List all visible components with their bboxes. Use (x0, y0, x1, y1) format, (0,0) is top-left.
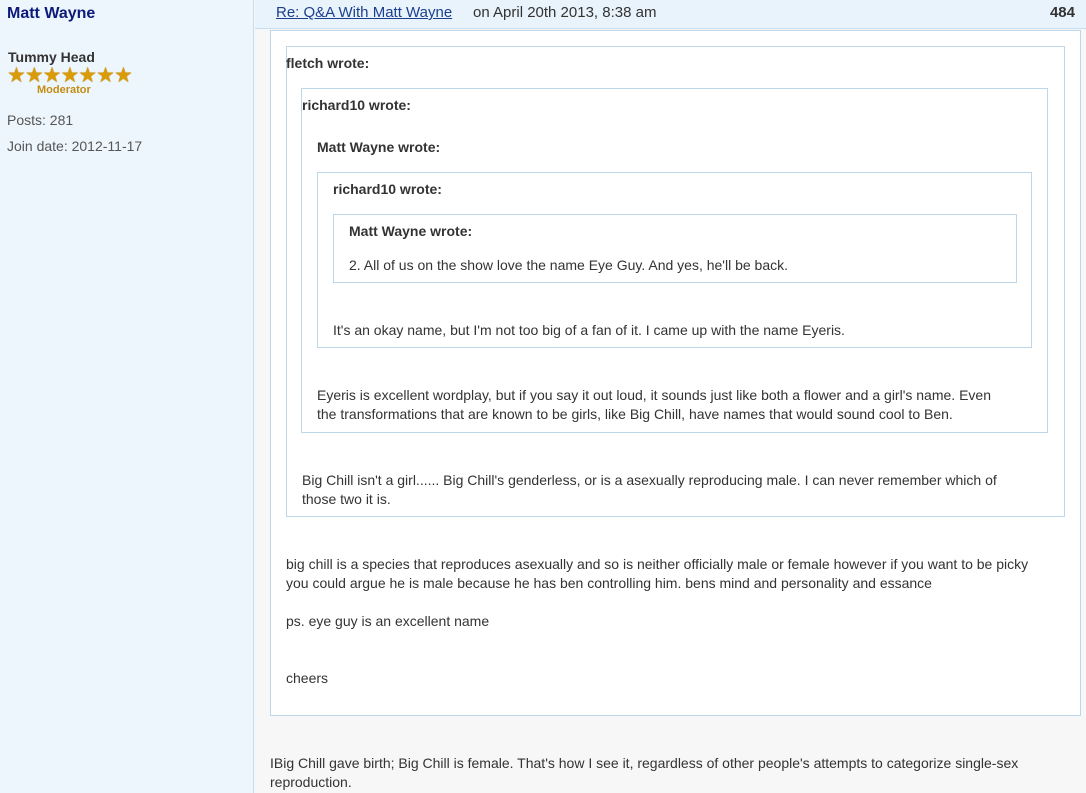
rank-label: Moderator (37, 84, 91, 96)
quote-header-fletch: fletch wrote: (286, 55, 370, 71)
post-count: Posts: 281 (7, 112, 74, 128)
quote-text-richard10-outer-2: those two it is. (302, 491, 391, 507)
quote-header-richard10-outer: richard10 wrote: (302, 97, 411, 113)
quote-text-richard10-inner: It's an okay name, but I'm not too big o… (333, 322, 845, 338)
post-date: on April 20th 2013, 8:38 am (473, 4, 657, 21)
join-date: Join date: 2012-11-17 (7, 138, 143, 154)
reply-text-1: IBig Chill gave birth; Big Chill is fema… (270, 755, 1019, 771)
quote-text-matt-outer-1: Eyeris is excellent wordplay, but if you… (317, 387, 991, 403)
quote-header-matt-inner: Matt Wayne wrote: (349, 223, 473, 239)
quote-text-fletch-4: cheers (286, 670, 329, 686)
quote-text-fletch-1: big chill is a species that reproduces a… (286, 556, 1029, 572)
rank-stars-icon: ★★★★★★★ (7, 64, 133, 87)
quote-header-richard10-inner: richard10 wrote: (333, 181, 442, 197)
user-sidebar: Matt Wayne Tummy Head ★★★★★★★ Moderator … (0, 0, 254, 793)
quote-text-fletch-3: ps. eye guy is an excellent name (286, 613, 490, 629)
username[interactable]: Matt Wayne (7, 5, 95, 23)
post-number[interactable]: 484 (1050, 4, 1075, 21)
post-header: Re: Q&A With Matt Wayne on April 20th 20… (255, 0, 1086, 29)
quote-text-matt-outer-2: the transformations that are known to be… (317, 406, 953, 422)
post-title-link[interactable]: Re: Q&A With Matt Wayne (276, 4, 452, 21)
quote-text-richard10-outer-1: Big Chill isn't a girl...... Big Chill's… (302, 472, 997, 488)
rank-title: Tummy Head (8, 49, 95, 65)
reply-text-2: reproduction. (270, 774, 352, 790)
quote-text-fletch-2: you could argue he is male because he ha… (286, 575, 932, 591)
quote-text-matt-inner: 2. All of us on the show love the name E… (349, 257, 789, 273)
quote-header-matt-outer: Matt Wayne wrote: (317, 139, 441, 155)
